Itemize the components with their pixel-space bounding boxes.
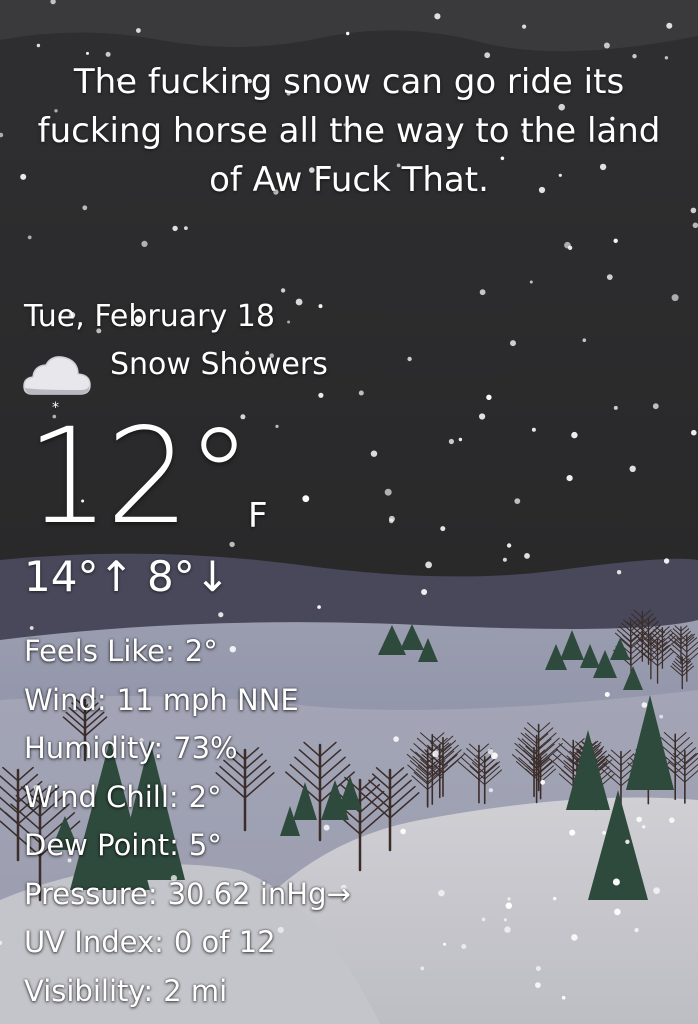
- weather-details-list: Feels Like: 2° Wind: 11 mph NNE Humidity: 7…: [24, 627, 351, 1015]
- detail-dew-point: Dew Point: 5°: [24, 821, 351, 870]
- date-label: Tue, February 18: [24, 299, 275, 334]
- detail-uv-index: UV Index: 0 of 12: [24, 918, 351, 967]
- down-arrow-icon: ↓: [194, 552, 230, 601]
- detail-label: Dew Point:: [24, 828, 179, 862]
- detail-wind: Wind: 11 mph NNE: [24, 676, 351, 725]
- detail-label: Wind:: [24, 682, 107, 717]
- detail-label: Wind Chill:: [24, 779, 179, 814]
- weather-panel: The fucking snow can go ride its fucking…: [0, 0, 698, 1024]
- detail-value: 5°: [188, 828, 222, 862]
- high-low-temperatures: 14°↑ 8°↓: [24, 552, 230, 602]
- detail-label: Feels Like:: [24, 634, 175, 668]
- detail-value: 2 mi: [163, 973, 228, 1008]
- detail-value: 11 mph NNE: [116, 682, 299, 717]
- detail-label: Pressure:: [24, 876, 158, 911]
- condition-label: Snow Showers: [110, 347, 328, 382]
- current-temperature: 12°: [26, 400, 252, 554]
- detail-label: Visibility:: [24, 973, 154, 1008]
- detail-pressure: Pressure: 30.62 inHg→: [24, 870, 351, 919]
- detail-value: 30.62 inHg→: [167, 876, 351, 911]
- detail-value: 0 of 12: [173, 925, 276, 959]
- detail-value: 2°: [184, 634, 218, 668]
- temperature-unit: F: [248, 496, 268, 536]
- detail-humidity: Humidity: 73%: [24, 724, 351, 773]
- weather-headline: The fucking snow can go ride its fucking…: [37, 62, 661, 200]
- detail-wind-chill: Wind Chill: 2°: [24, 773, 351, 822]
- detail-label: UV Index:: [24, 925, 164, 959]
- detail-label: Humidity:: [24, 731, 164, 765]
- detail-feels-like: Feels Like: 2°: [24, 627, 351, 676]
- detail-value: 73%: [173, 731, 238, 765]
- up-arrow-icon: ↑: [98, 552, 134, 601]
- low-temperature: 8°: [147, 552, 195, 601]
- detail-value: 2°: [188, 779, 222, 814]
- detail-visibility: Visibility: 2 mi: [24, 967, 351, 1016]
- high-temperature: 14°: [24, 552, 99, 601]
